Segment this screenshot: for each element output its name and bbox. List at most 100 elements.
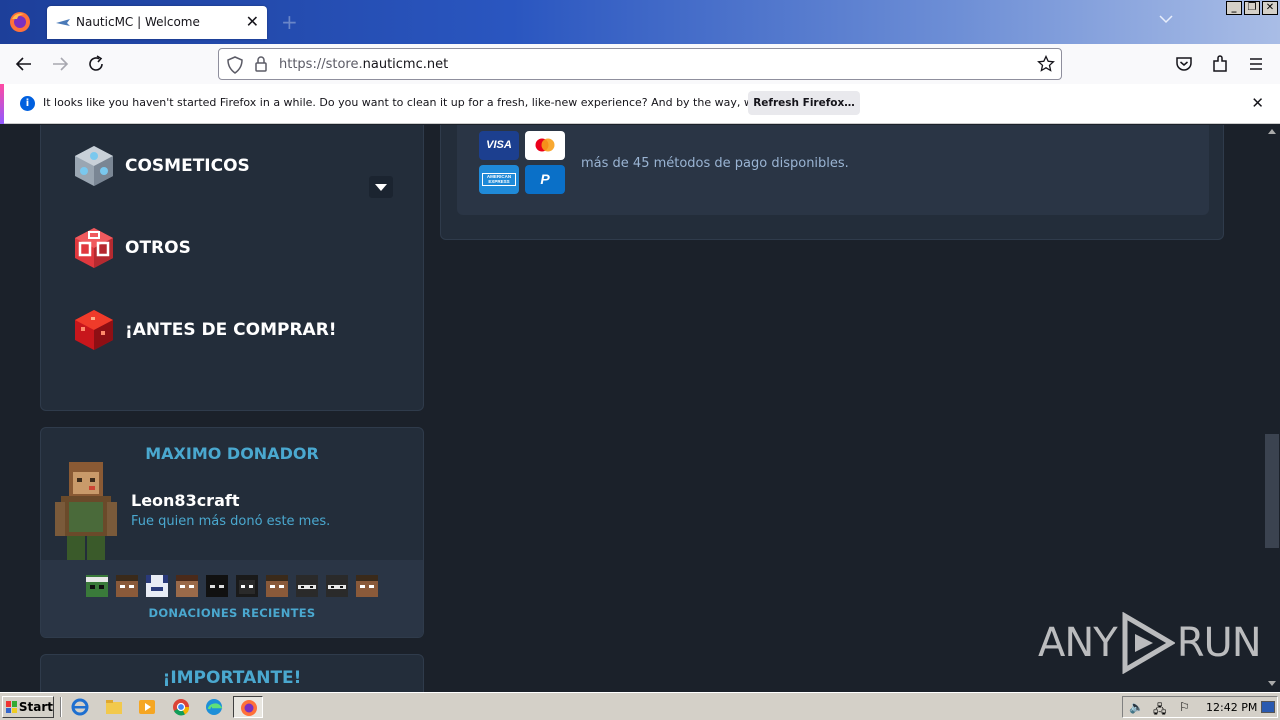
close-notification-icon[interactable]: ✕ bbox=[1251, 94, 1264, 112]
volume-icon[interactable]: 🔈 bbox=[1129, 700, 1144, 714]
file-explorer-icon[interactable] bbox=[103, 697, 125, 717]
network-icon[interactable]: 🖧 bbox=[1153, 700, 1166, 720]
airplane-favicon-icon bbox=[56, 19, 70, 26]
category-otros[interactable]: OTROS bbox=[71, 225, 191, 271]
navigation-toolbar: https://store.nauticmc.net bbox=[0, 44, 1280, 84]
top-donor-title: MAXIMO DONADOR bbox=[145, 444, 319, 463]
address-bar[interactable]: https://store.nauticmc.net bbox=[218, 48, 1062, 80]
firefox-taskbar-button[interactable] bbox=[233, 696, 263, 718]
chevron-down-icon[interactable] bbox=[1158, 12, 1174, 26]
visa-card-icon: VISA bbox=[479, 131, 519, 160]
scrollbar-thumb[interactable] bbox=[1265, 434, 1279, 548]
info-icon: i bbox=[20, 96, 35, 111]
taskbar-separator bbox=[60, 697, 62, 717]
recent-donations-label: DONACIONES RECIENTES bbox=[148, 606, 316, 620]
donor-subtitle: Fue quien más donó este mes. bbox=[131, 514, 331, 529]
media-player-icon[interactable] bbox=[136, 697, 158, 717]
system-tray: 🔈 🖧 ⚐ 12:42 PM bbox=[1122, 696, 1278, 718]
notification-accent bbox=[0, 84, 4, 124]
scroll-down-arrow-icon[interactable] bbox=[1268, 681, 1276, 686]
portal-cube-icon bbox=[75, 146, 113, 186]
category-list: COSMETICOS OTROS ¡ANTES DE COMPRAR! bbox=[40, 125, 424, 411]
scroll-up-arrow-icon[interactable] bbox=[1268, 129, 1276, 134]
category-antes-de-comprar[interactable]: ¡ANTES DE COMPRAR! bbox=[71, 307, 337, 353]
internet-explorer-icon[interactable] bbox=[69, 697, 91, 717]
menu-hamburger-icon[interactable] bbox=[1246, 54, 1266, 74]
payment-panel: VISA AMERICAN EXPRESS P más de 45 métodos… bbox=[440, 125, 1224, 240]
mastercard-logo bbox=[535, 138, 555, 152]
minimize-icon[interactable]: _ bbox=[1226, 1, 1242, 15]
play-logo-icon bbox=[1122, 612, 1175, 674]
watermark-left: ANY bbox=[1038, 620, 1118, 666]
donor-skin-avatar bbox=[55, 462, 117, 560]
important-title: ¡IMPORTANTE! bbox=[162, 668, 302, 688]
back-arrow-icon[interactable] bbox=[14, 54, 34, 74]
donor-head-icon[interactable] bbox=[326, 575, 348, 597]
page-scrollbar[interactable] bbox=[1264, 125, 1280, 692]
url-text: https://store.nauticmc.net bbox=[279, 57, 448, 72]
category-label: COSMETICOS bbox=[125, 156, 250, 176]
donor-head-icon[interactable] bbox=[176, 575, 198, 597]
restore-icon[interactable]: ❐ bbox=[1244, 1, 1260, 15]
donor-head-icon[interactable] bbox=[86, 575, 108, 597]
windows-taskbar: Start 🔈 🖧 ⚐ 12:42 PM bbox=[0, 692, 1280, 720]
category-cosmeticos[interactable]: COSMETICOS bbox=[71, 143, 250, 189]
url-domain: nauticmc.net bbox=[362, 57, 449, 72]
visa-label: VISA bbox=[486, 139, 512, 151]
action-center-flag-icon[interactable]: ⚐ bbox=[1179, 700, 1190, 714]
donor-name: Leon83craft bbox=[131, 491, 240, 510]
top-donor-panel: MAXIMO DONADOR Leon83craft Fue quien más… bbox=[40, 427, 424, 638]
close-window-icon[interactable]: ✕ bbox=[1262, 1, 1278, 15]
new-tab-icon[interactable]: + bbox=[281, 10, 298, 34]
american-express-icon: AMERICAN EXPRESS bbox=[479, 165, 519, 194]
refresh-notification-bar: i It looks like you haven't started Fire… bbox=[0, 84, 1280, 124]
recent-donor-heads bbox=[86, 575, 378, 597]
donor-head-icon[interactable] bbox=[206, 575, 228, 597]
page-viewport: COSMETICOS OTROS ¡ANTES DE COMPRAR! MAXI… bbox=[0, 125, 1264, 692]
forward-arrow-icon[interactable] bbox=[50, 54, 70, 74]
show-desktop-icon[interactable] bbox=[1261, 701, 1275, 713]
windows-flag-icon bbox=[6, 701, 17, 713]
cosmeticos-dropdown-toggle[interactable] bbox=[369, 176, 393, 198]
donor-head-icon[interactable] bbox=[116, 575, 138, 597]
browser-titlebar: NauticMC | Welcome ✕ + _ ❐ ✕ bbox=[0, 0, 1280, 44]
amex-logo: AMERICAN EXPRESS bbox=[482, 173, 516, 186]
donor-head-icon[interactable] bbox=[146, 575, 168, 597]
window-controls: _ ❐ ✕ bbox=[1226, 1, 1278, 15]
donor-head-icon[interactable] bbox=[296, 575, 318, 597]
notification-message: It looks like you haven't started Firefo… bbox=[43, 96, 827, 109]
donor-head-icon[interactable] bbox=[236, 575, 258, 597]
tracking-shield-icon[interactable] bbox=[227, 56, 243, 74]
firefox-logo-icon[interactable] bbox=[8, 10, 32, 34]
tab-title: NauticMC | Welcome bbox=[76, 15, 200, 29]
pocket-icon[interactable] bbox=[1174, 54, 1194, 74]
firefox-icon bbox=[241, 700, 257, 716]
bookmark-star-icon[interactable] bbox=[1037, 55, 1055, 73]
chrome-icon[interactable] bbox=[170, 697, 192, 717]
important-panel: ¡IMPORTANTE! bbox=[40, 654, 424, 692]
refresh-firefox-button[interactable]: Refresh Firefox… bbox=[748, 91, 860, 115]
recent-donations: DONACIONES RECIENTES bbox=[41, 560, 423, 637]
reload-icon[interactable] bbox=[86, 54, 106, 74]
mastercard-icon bbox=[525, 131, 565, 160]
payment-methods-box: VISA AMERICAN EXPRESS P más de 45 métodos… bbox=[457, 125, 1209, 215]
red-block-icon bbox=[75, 310, 113, 350]
start-button[interactable]: Start bbox=[2, 696, 54, 718]
paypal-logo: P bbox=[540, 171, 550, 187]
watermark-right: RUN bbox=[1176, 620, 1262, 666]
anyrun-watermark: ANY RUN bbox=[1038, 612, 1262, 674]
donor-head-icon[interactable] bbox=[266, 575, 288, 597]
tab-nauticmc[interactable]: NauticMC | Welcome ✕ bbox=[47, 6, 267, 39]
donor-head-icon[interactable] bbox=[356, 575, 378, 597]
paypal-icon: P bbox=[525, 165, 565, 194]
payment-methods-text: más de 45 métodos de pago disponibles. bbox=[581, 156, 849, 171]
url-prefix: https://store. bbox=[279, 57, 363, 72]
taskbar-clock[interactable]: 12:42 PM bbox=[1206, 701, 1257, 714]
category-label: ¡ANTES DE COMPRAR! bbox=[125, 320, 337, 340]
red-box-icon bbox=[75, 228, 113, 268]
edge-icon[interactable] bbox=[203, 697, 225, 717]
lock-icon[interactable] bbox=[254, 55, 268, 73]
extensions-icon[interactable] bbox=[1210, 54, 1230, 74]
close-tab-icon[interactable]: ✕ bbox=[246, 12, 259, 31]
category-label: OTROS bbox=[125, 238, 191, 258]
